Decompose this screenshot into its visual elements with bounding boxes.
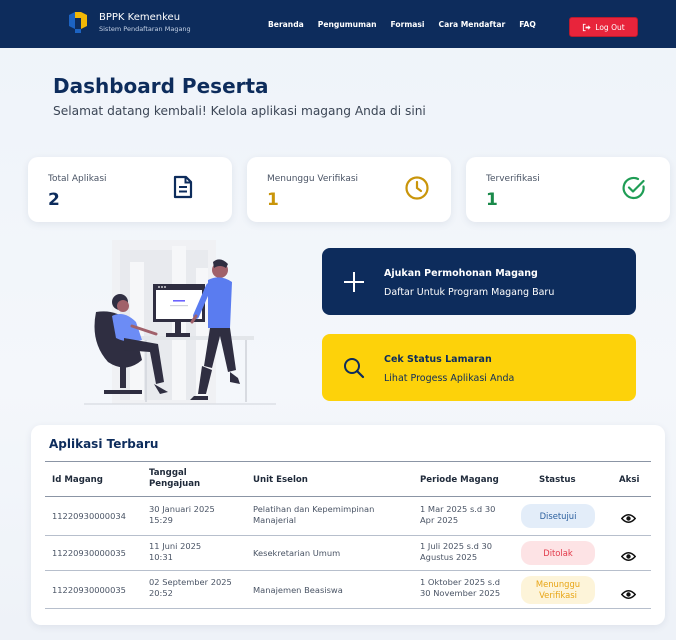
th-periode-magang: Periode Magang bbox=[420, 475, 499, 485]
cell-time: 10:31 bbox=[149, 552, 173, 562]
table-top-divider bbox=[45, 461, 651, 462]
status-label-line1: Menunggu bbox=[535, 579, 581, 589]
status-label: Ditolak bbox=[543, 547, 573, 558]
stat-label: Total Aplikasi bbox=[48, 174, 107, 184]
th-aksi: Aksi bbox=[619, 475, 640, 485]
stat-card-menunggu-verifikasi: Menunggu Verifikasi 1 bbox=[247, 157, 451, 222]
stat-card-total-aplikasi: Total Aplikasi 2 bbox=[28, 157, 232, 222]
nav-link-formasi[interactable]: Formasi bbox=[391, 20, 425, 29]
cell-period-line2: Apr 2025 bbox=[420, 515, 459, 525]
view-eye-icon[interactable] bbox=[620, 547, 637, 566]
stat-value: 1 bbox=[486, 190, 498, 210]
brand[interactable]: BPPK Kemenkeu Sistem Pendaftaran Magang bbox=[66, 9, 191, 35]
status-badge-disetujui: Disetujui bbox=[521, 504, 595, 528]
cell-date: 11 Juni 2025 bbox=[149, 541, 202, 551]
cell-unit: Pelatihan dan Kepemimpinan Manajerial bbox=[253, 504, 374, 526]
page-subtitle: Selamat datang kembali! Kelola aplikasi … bbox=[53, 104, 426, 118]
brand-subtitle: Sistem Pendaftaran Magang bbox=[99, 24, 191, 33]
cell-periode: 1 Oktober 2025 s.d 30 November 2025 bbox=[420, 577, 500, 599]
stat-value: 2 bbox=[48, 190, 60, 210]
action-subtitle: Daftar Untuk Program Magang Baru bbox=[384, 287, 555, 298]
check-circle-icon bbox=[621, 175, 647, 205]
nav-link-beranda[interactable]: Beranda bbox=[268, 20, 304, 29]
recent-applications-card: Aplikasi Terbaru Id Magang Tanggal Penga… bbox=[31, 425, 665, 625]
row-divider bbox=[45, 608, 651, 609]
cell-time: 15:29 bbox=[149, 515, 173, 525]
cell-id: 11220930000034 bbox=[52, 511, 126, 521]
cell-id: 11220930000035 bbox=[52, 548, 126, 558]
cell-period-line1: 1 Oktober 2025 s.d bbox=[420, 577, 500, 587]
cell-tanggal: 11 Juni 2025 10:31 bbox=[149, 541, 201, 563]
stat-label: Terverifikasi bbox=[486, 174, 540, 184]
status-badge-ditolak: Ditolak bbox=[521, 541, 595, 565]
th-tanggal-line2: Pengajuan bbox=[149, 479, 201, 489]
nav-links: Beranda Pengumuman Formasi Cara Mendafta… bbox=[268, 20, 550, 29]
view-eye-icon[interactable] bbox=[620, 585, 637, 604]
nav-link-faq[interactable]: FAQ bbox=[519, 20, 536, 29]
th-id-magang: Id Magang bbox=[52, 475, 103, 485]
th-tanggal-line1: Tanggal bbox=[149, 468, 187, 478]
table-header-divider bbox=[45, 496, 651, 497]
status-label-line2: Verifikasi bbox=[539, 590, 577, 600]
dashboard-illustration bbox=[80, 232, 280, 408]
table-title: Aplikasi Terbaru bbox=[49, 437, 159, 451]
page-title: Dashboard Peserta bbox=[53, 74, 269, 98]
status-label: Disetujui bbox=[539, 510, 577, 521]
ajukan-permohonan-button[interactable]: Ajukan Permohonan Magang Daftar Untuk Pr… bbox=[322, 248, 636, 315]
cell-period-line1: 1 Mar 2025 s.d 30 bbox=[420, 504, 496, 514]
cell-tanggal: 02 September 2025 20:52 bbox=[149, 577, 232, 599]
action-subtitle: Lihat Progess Aplikasi Anda bbox=[384, 373, 515, 384]
clock-icon bbox=[404, 175, 430, 205]
cell-date: 02 September 2025 bbox=[149, 577, 232, 587]
search-icon bbox=[342, 356, 366, 384]
status-badge-menunggu-verifikasi: Menunggu Verifikasi bbox=[521, 576, 595, 604]
logout-label: Log Out bbox=[595, 22, 625, 32]
cell-date: 30 Januari 2025 bbox=[149, 504, 215, 514]
cell-unit-line2: Manajerial bbox=[253, 515, 297, 525]
top-navbar: BPPK Kemenkeu Sistem Pendaftaran Magang … bbox=[0, 0, 676, 48]
bppk-logo-icon bbox=[66, 9, 90, 35]
logout-icon bbox=[583, 23, 591, 31]
th-tanggal-pengajuan: Tanggal Pengajuan bbox=[149, 468, 200, 490]
action-title: Ajukan Permohonan Magang bbox=[384, 268, 538, 279]
cell-id: 11220930000035 bbox=[52, 585, 126, 595]
row-divider bbox=[45, 570, 651, 571]
row-divider bbox=[45, 535, 651, 536]
plus-icon bbox=[342, 270, 366, 298]
document-icon bbox=[172, 175, 194, 203]
th-status: Stastus bbox=[539, 475, 576, 485]
th-unit-eselon: Unit Eselon bbox=[253, 475, 308, 485]
cell-tanggal: 30 Januari 2025 15:29 bbox=[149, 504, 215, 526]
cell-periode: 1 Juli 2025 s.d 30 Agustus 2025 bbox=[420, 541, 492, 563]
action-title: Cek Status Lamaran bbox=[384, 354, 492, 365]
cell-period-line2: 30 November 2025 bbox=[420, 588, 501, 598]
stat-card-terverifikasi: Terverifikasi 1 bbox=[466, 157, 670, 222]
cell-period-line2: Agustus 2025 bbox=[420, 552, 478, 562]
cek-status-button[interactable]: Cek Status Lamaran Lihat Progess Aplikas… bbox=[322, 334, 636, 401]
nav-link-pengumuman[interactable]: Pengumuman bbox=[318, 20, 377, 29]
logout-button[interactable]: Log Out bbox=[569, 17, 638, 37]
brand-title: BPPK Kemenkeu bbox=[99, 11, 181, 23]
stat-value: 1 bbox=[267, 190, 279, 210]
view-eye-icon[interactable] bbox=[620, 509, 637, 528]
cell-periode: 1 Mar 2025 s.d 30 Apr 2025 bbox=[420, 504, 495, 526]
cell-unit-line1: Pelatihan dan Kepemimpinan bbox=[253, 504, 375, 514]
stat-label: Menunggu Verifikasi bbox=[267, 174, 359, 184]
cell-time: 20:52 bbox=[149, 588, 173, 598]
cell-unit: Kesekretarian Umum bbox=[253, 548, 341, 558]
cell-period-line1: 1 Juli 2025 s.d 30 bbox=[420, 541, 493, 551]
nav-link-cara-mendaftar[interactable]: Cara Mendaftar bbox=[439, 20, 506, 29]
cell-unit: Manajemen Beasiswa bbox=[253, 585, 343, 595]
